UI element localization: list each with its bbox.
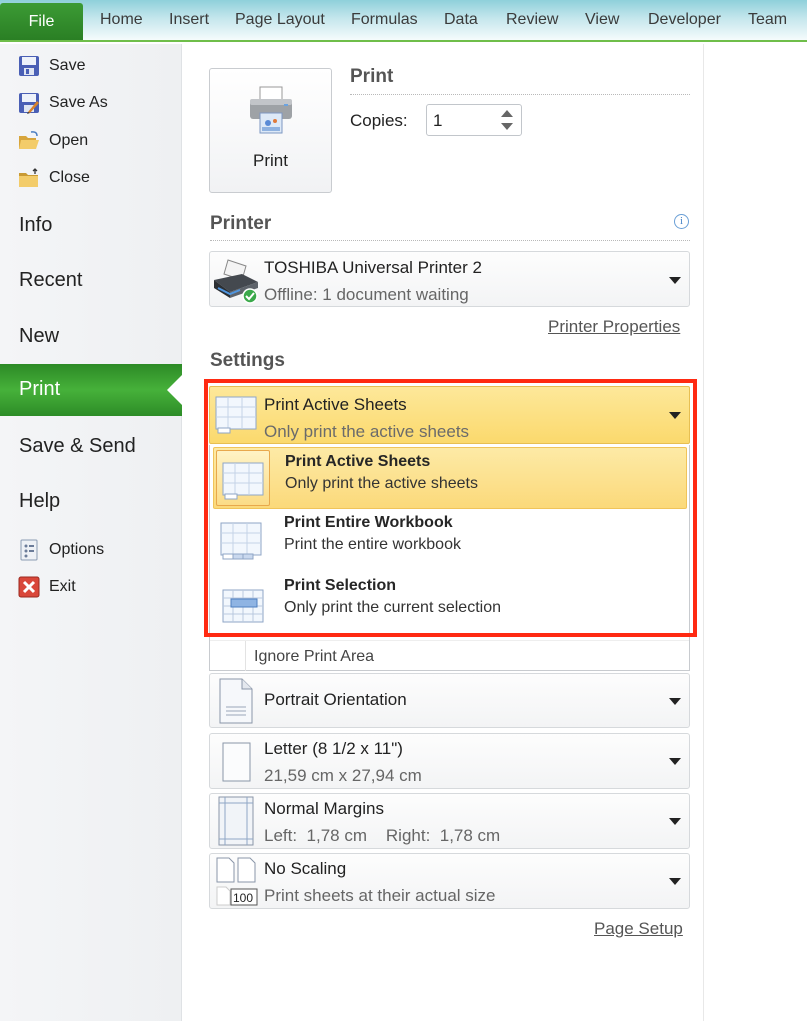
options-icon — [18, 539, 40, 561]
copies-decrement-arrow-icon[interactable] — [501, 123, 513, 130]
chevron-down-icon — [669, 277, 681, 284]
chevron-down-icon — [669, 818, 681, 825]
paper-size-dropdown[interactable]: Letter (8 1/2 x 11") 21,59 cm x 27,94 cm — [209, 733, 690, 789]
printer-status-icon — [212, 258, 260, 304]
highlight-annotation-box — [204, 379, 697, 637]
chevron-down-icon — [669, 758, 681, 765]
save-label: Save — [49, 57, 86, 74]
options-label: Options — [49, 541, 105, 558]
options-command[interactable]: Options — [18, 537, 104, 563]
tab-insert[interactable]: Insert — [169, 11, 209, 29]
margins-subtitle: Left: 1,78 cm Right: 1,78 cm — [264, 826, 501, 845]
paper-size-subtitle: 21,59 cm x 27,94 cm — [264, 766, 422, 785]
tab-team[interactable]: Team — [748, 11, 787, 29]
scaling-title: No Scaling — [264, 859, 347, 878]
scaling-dropdown[interactable]: 100 No Scaling Print sheets at their act… — [209, 853, 690, 909]
close-label: Close — [49, 169, 90, 186]
tab-page-layout[interactable]: Page Layout — [235, 11, 325, 29]
paper-page-icon — [222, 742, 252, 784]
copies-value[interactable]: 1 — [433, 111, 442, 131]
save-as-command[interactable]: Save As — [18, 90, 108, 116]
settings-section-title: Settings — [210, 350, 285, 371]
orientation-title: Portrait Orientation — [264, 690, 407, 709]
printer-section-rule — [210, 240, 690, 241]
sidebar-tab-info[interactable]: Info — [19, 214, 52, 237]
printer-icon — [248, 85, 294, 135]
open-folder-icon — [18, 130, 40, 152]
margins-title: Normal Margins — [264, 799, 384, 818]
sidebar-tab-print-label: Print — [19, 378, 61, 400]
sidebar-tab-help[interactable]: Help — [19, 490, 60, 513]
copies-stepper[interactable]: 1 — [426, 104, 522, 136]
sidebar-tab-save-send[interactable]: Save & Send — [19, 435, 136, 458]
orientation-dropdown[interactable]: Portrait Orientation — [209, 673, 690, 728]
close-command[interactable]: Close — [18, 165, 90, 191]
ignore-print-area-label: Ignore Print Area — [254, 648, 375, 665]
exit-label: Exit — [49, 578, 76, 595]
chevron-down-icon — [669, 878, 681, 885]
printer-properties-link[interactable]: Printer Properties — [548, 317, 680, 337]
save-command[interactable]: Save — [18, 53, 85, 79]
ignore-print-area-option[interactable]: Ignore Print Area — [210, 640, 689, 671]
close-folder-icon — [18, 167, 40, 189]
tab-file[interactable]: File — [0, 3, 83, 42]
paper-size-title: Letter (8 1/2 x 11") — [264, 739, 403, 758]
save-icon — [18, 55, 40, 77]
print-section-rule — [350, 94, 690, 95]
printer-status: Offline: 1 document waiting — [264, 285, 469, 304]
exit-command[interactable]: Exit — [18, 574, 76, 600]
print-button[interactable]: Print — [209, 68, 332, 193]
sidebar-tab-new[interactable]: New — [19, 325, 59, 348]
tab-home[interactable]: Home — [100, 11, 143, 29]
exit-icon — [18, 576, 40, 598]
scaling-badge: 100 — [233, 891, 253, 905]
printer-dropdown[interactable]: TOSHIBA Universal Printer 2 Offline: 1 d… — [209, 251, 690, 307]
page-setup-link[interactable]: Page Setup — [594, 919, 683, 939]
open-command[interactable]: Open — [18, 128, 88, 154]
margins-icon — [218, 796, 254, 846]
tab-data[interactable]: Data — [444, 11, 478, 29]
printer-section-title: Printer — [210, 213, 272, 234]
ribbon-tab-bar: File Home Insert Page Layout Formulas Da… — [0, 0, 807, 42]
margins-dropdown[interactable]: Normal Margins Left: 1,78 cm Right: 1,78… — [209, 793, 690, 849]
preview-divider — [703, 44, 704, 1021]
menu-separator — [245, 641, 246, 671]
copies-increment-arrow-icon[interactable] — [501, 110, 513, 117]
no-scaling-icon: 100 — [216, 857, 260, 907]
tab-review[interactable]: Review — [506, 11, 558, 29]
chevron-down-icon — [669, 698, 681, 705]
tab-formulas[interactable]: Formulas — [351, 11, 418, 29]
sidebar-tab-print[interactable]: Print — [0, 364, 183, 416]
open-label: Open — [49, 132, 89, 149]
portrait-page-icon — [218, 677, 254, 725]
print-section-title: Print — [350, 66, 394, 87]
info-icon[interactable]: i — [674, 214, 689, 229]
sidebar-tab-recent[interactable]: Recent — [19, 269, 82, 292]
print-button-label: Print — [253, 151, 288, 170]
copies-label: Copies: — [350, 111, 408, 130]
scaling-subtitle: Print sheets at their actual size — [264, 886, 496, 905]
printer-name: TOSHIBA Universal Printer 2 — [264, 258, 482, 277]
tab-developer[interactable]: Developer — [648, 11, 721, 29]
save-as-icon — [18, 92, 40, 114]
save-as-label: Save As — [49, 94, 108, 111]
tab-view[interactable]: View — [585, 11, 619, 29]
active-tab-notch — [167, 374, 183, 406]
